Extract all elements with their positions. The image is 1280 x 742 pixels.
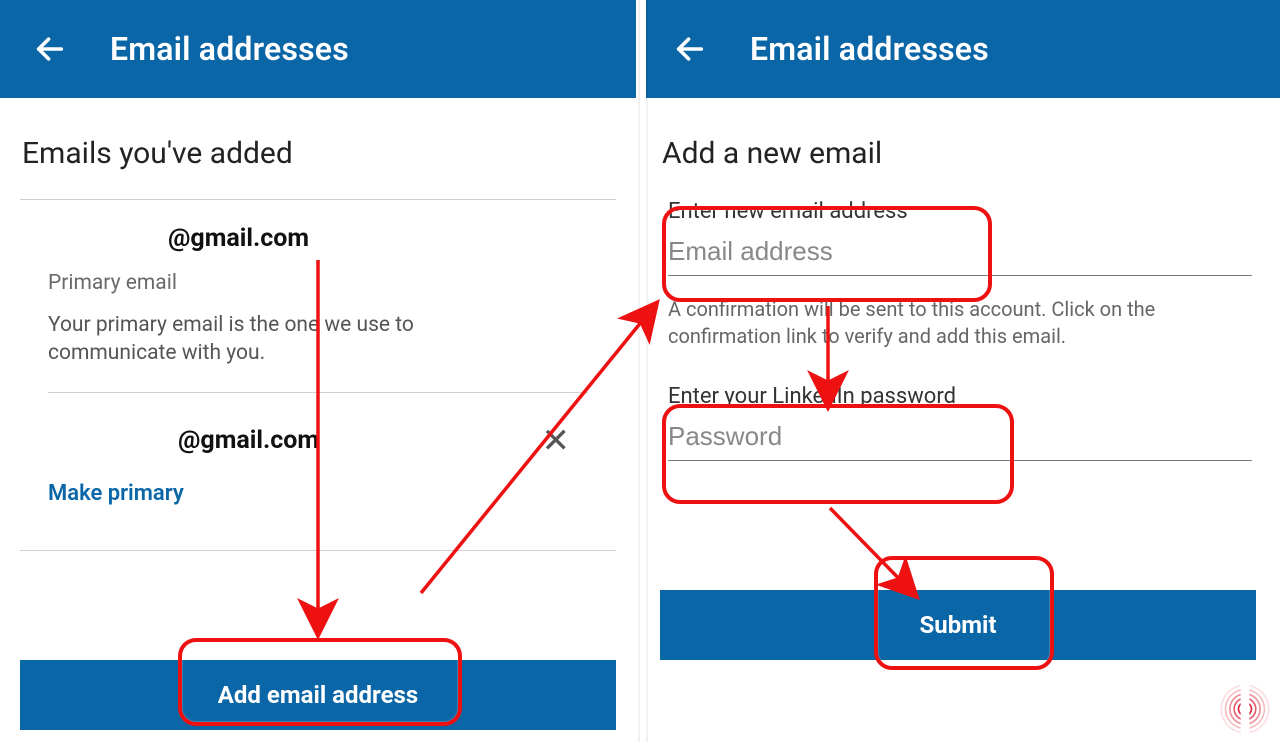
- secondary-email-block: @gmail.com ✕ Make primary: [20, 393, 616, 530]
- section-title: Add a new email: [662, 136, 1260, 171]
- section-title: Emails you've added: [22, 136, 616, 171]
- divider: [20, 550, 616, 551]
- back-arrow-icon[interactable]: [668, 27, 712, 71]
- remove-email-icon[interactable]: ✕: [534, 417, 579, 465]
- topbar: Email addresses: [0, 0, 636, 98]
- add-email-button[interactable]: Add email address: [20, 660, 616, 730]
- submit-button-label: Submit: [920, 611, 997, 639]
- panel-body: Add a new email Enter new email address …: [640, 98, 1280, 742]
- email-input[interactable]: [668, 230, 1252, 276]
- screen-add-email: Email addresses Add a new email Enter ne…: [640, 0, 1280, 742]
- primary-email-label: Primary email: [48, 271, 588, 295]
- confirmation-help-text: A confirmation will be sent to this acco…: [668, 296, 1252, 350]
- panel-divider: [640, 0, 646, 742]
- add-email-button-label: Add email address: [218, 681, 418, 709]
- password-input[interactable]: [668, 415, 1252, 461]
- email-field-label: Enter new email address: [668, 199, 1252, 224]
- primary-email-block: @gmail.com Primary email Your primary em…: [20, 200, 616, 392]
- make-primary-link[interactable]: Make primary: [48, 481, 588, 506]
- password-field-wrap: Enter your LinkedIn password: [668, 384, 1252, 461]
- topbar: Email addresses: [640, 0, 1280, 98]
- screen-email-list: Email addresses Emails you've added @gma…: [0, 0, 640, 742]
- topbar-title: Email addresses: [110, 30, 349, 68]
- password-field-label: Enter your LinkedIn password: [668, 384, 1252, 409]
- watermark-logo-icon: [1218, 682, 1272, 736]
- back-arrow-icon[interactable]: [28, 27, 72, 71]
- primary-email-value: @gmail.com: [168, 224, 588, 253]
- primary-email-description: Your primary email is the one we use to …: [48, 311, 478, 368]
- email-field-wrap: Enter new email address: [668, 199, 1252, 276]
- topbar-title: Email addresses: [750, 30, 989, 68]
- panel-body: Emails you've added @gmail.com Primary e…: [0, 98, 636, 742]
- submit-button[interactable]: Submit: [660, 590, 1256, 660]
- secondary-email-value: @gmail.com: [178, 426, 319, 455]
